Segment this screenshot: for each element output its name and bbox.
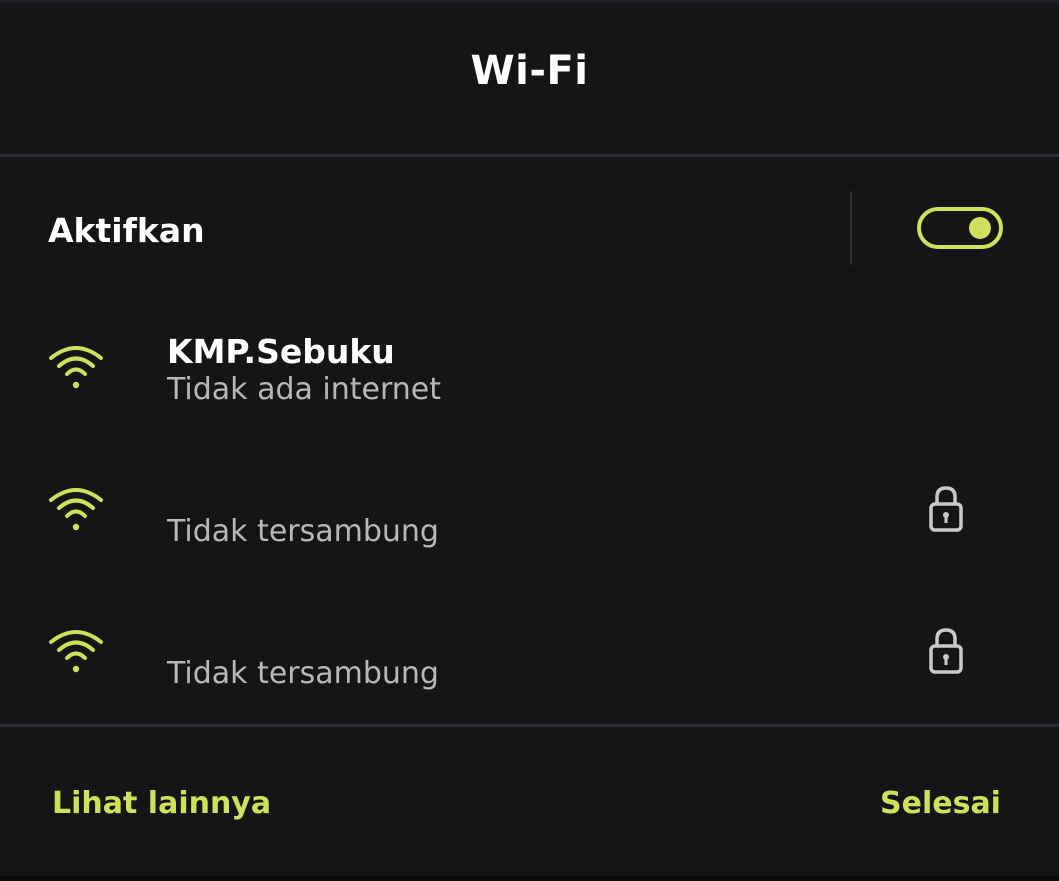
wifi-full-icon [49, 346, 103, 389]
toggle-knob [969, 217, 991, 239]
toggle-separator [850, 191, 852, 265]
lock-icon [929, 486, 963, 532]
bottom-edge [0, 876, 1059, 881]
top-edge [0, 0, 1059, 3]
wifi-toggle-row[interactable]: Aktifkan [0, 185, 1059, 270]
toggle-label: Aktifkan [48, 211, 205, 250]
header-divider [0, 154, 1059, 157]
network-item[interactable]: Tidak tersambung [0, 602, 1059, 712]
network-status: Tidak tersambung [167, 514, 439, 549]
dialog-title: Wi-Fi [470, 48, 589, 94]
see-more-button[interactable]: Lihat lainnya [52, 786, 271, 821]
network-status: Tidak ada internet [167, 372, 442, 407]
wifi-full-icon [49, 488, 103, 531]
wifi-dialog: Wi-Fi Aktifkan KMP.Sebuku Tidak ada inte… [0, 0, 1059, 881]
network-item[interactable]: Tidak tersambung [0, 460, 1059, 570]
wifi-full-icon [49, 630, 103, 673]
network-name: KMP.Sebuku [167, 332, 395, 371]
done-button[interactable]: Selesai [880, 786, 1001, 821]
footer-divider [0, 724, 1059, 727]
lock-icon [929, 628, 963, 674]
network-item[interactable]: KMP.Sebuku Tidak ada internet [0, 318, 1059, 428]
network-status: Tidak tersambung [167, 656, 439, 691]
wifi-toggle-switch[interactable] [917, 207, 1003, 249]
